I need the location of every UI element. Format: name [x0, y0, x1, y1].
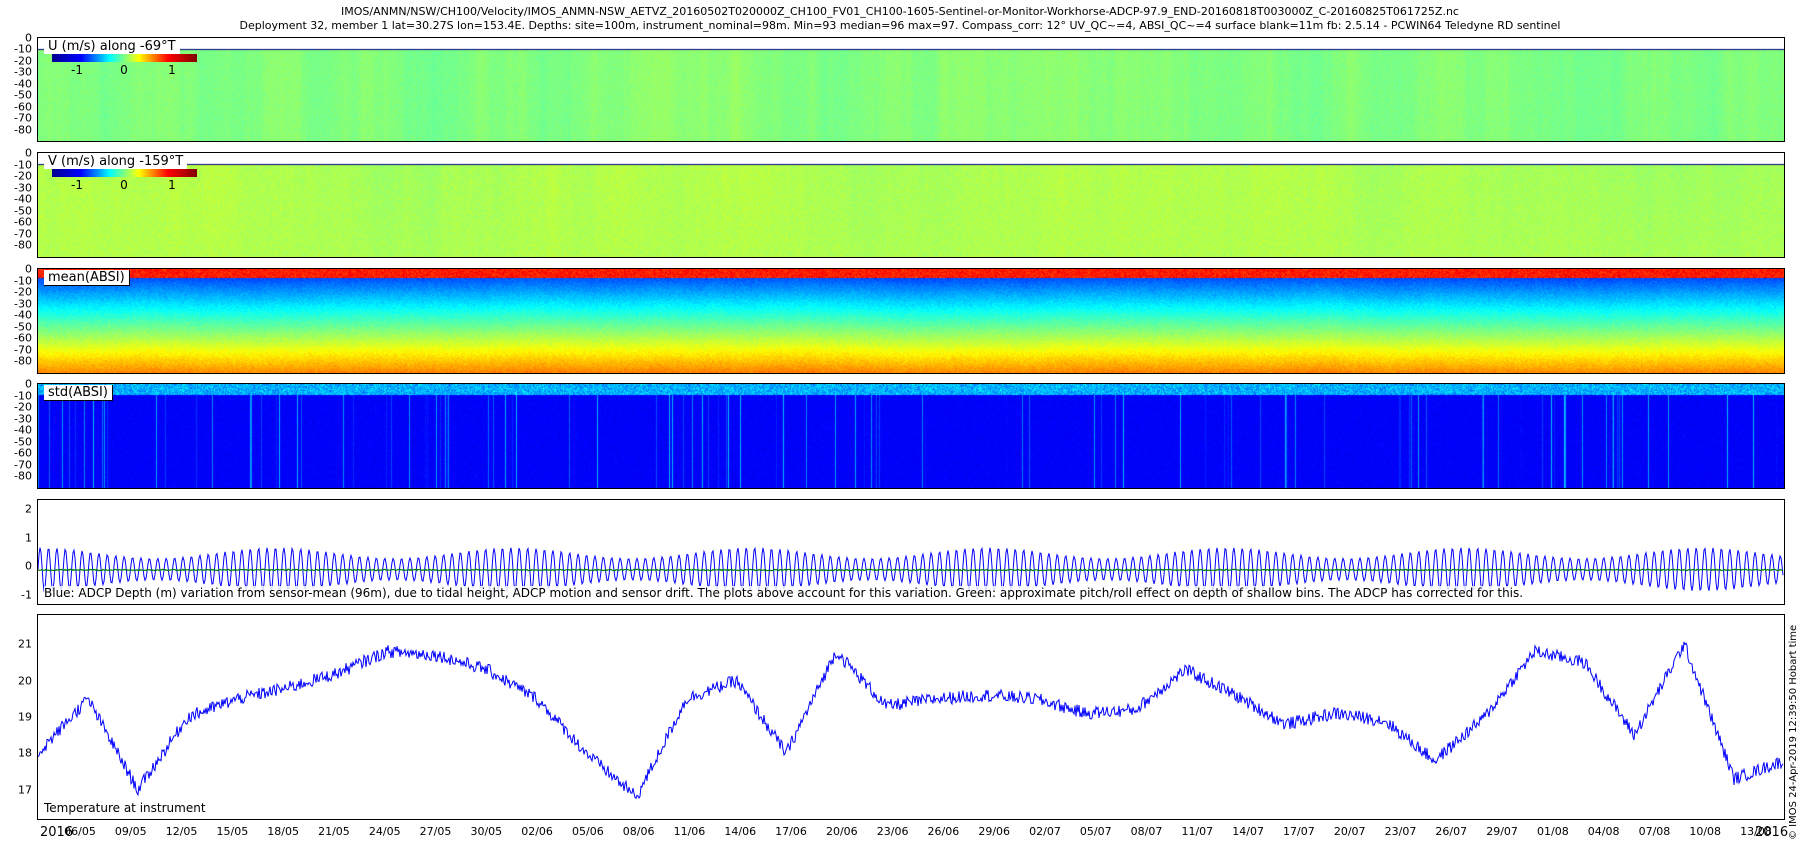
depth-variation-axis: 2 1 0 -1 — [0, 499, 34, 605]
temperature-axis: 21 20 19 18 17 — [0, 614, 34, 820]
time-tick-label: 17/06 — [775, 825, 807, 838]
value-tick-label: 17 — [18, 783, 32, 797]
copyright-note: © IMOS 24-Apr-2019 12:39:50 Hobart time — [1788, 624, 1799, 840]
u-colorbar-ticks: -1 0 1 — [52, 63, 197, 77]
u-depth-axis: 0 -10 -20 -30 -40 -50 -60 -70 -80 — [0, 32, 34, 142]
time-tick-label: 08/06 — [622, 825, 655, 838]
mean-absi-depth-axis: 0 -10 -20 -30 -40 -50 -60 -70 -80 — [0, 263, 34, 374]
time-tick-label: 23/07 — [1384, 825, 1417, 838]
time-axis: 06/05 09/05 12/05 15/05 18/05 21/05 24/05 27/05… — [37, 820, 1785, 840]
u-velocity-heatmap: U (m/s) along -69°T -1 0 1 — [37, 37, 1785, 142]
v-cbar-tick: -1 — [71, 178, 83, 192]
time-tick-label: 26/06 — [927, 825, 960, 838]
time-tick-label: 02/06 — [521, 825, 553, 838]
year-label-left: 2016 — [40, 825, 74, 840]
v-panel-label: V (m/s) along -159°T — [44, 154, 188, 169]
u-cbar-tick: -1 — [71, 63, 83, 77]
time-tick-label: 05/07 — [1079, 825, 1112, 838]
value-tick-label: 21 — [18, 637, 32, 651]
v-velocity-heatmap: V (m/s) along -159°T -1 0 1 — [37, 152, 1785, 258]
figure-title: IMOS/ANMN/NSW/CH100/Velocity/IMOS_ANMN-N… — [341, 5, 1459, 18]
time-tick-label: 02/07 — [1029, 825, 1061, 838]
std-absi-depth-axis: 0 -10 -20 -30 -40 -50 -60 -70 -80 — [0, 378, 34, 489]
time-tick-label: 21/05 — [318, 825, 350, 838]
v-colorbar — [52, 169, 197, 177]
value-tick-label: -1 — [21, 588, 32, 602]
value-tick-label: 19 — [18, 710, 32, 724]
time-tick-label: 30/05 — [470, 825, 503, 838]
time-tick-label: 26/07 — [1435, 825, 1468, 838]
temperature-line — [38, 641, 1784, 800]
time-tick-label: 04/08 — [1587, 825, 1620, 838]
time-tick-label: 23/06 — [876, 825, 909, 838]
depth-note: Blue: ADCP Depth (m) variation from sens… — [44, 586, 1524, 600]
time-tick-label: 11/06 — [673, 825, 706, 838]
time-tick-label: 07/08 — [1638, 825, 1671, 838]
time-tick-label: 29/06 — [978, 825, 1011, 838]
u-cbar-tick: 0 — [120, 63, 128, 77]
time-tick-label: 14/07 — [1232, 825, 1264, 838]
time-tick-label: 15/05 — [216, 825, 249, 838]
value-tick-label: 18 — [18, 746, 32, 760]
temperature-note: Temperature at instrument — [44, 801, 206, 815]
mean-absi-heatmap: mean(ABSI) — [37, 268, 1785, 374]
time-tick-label: 09/05 — [114, 825, 147, 838]
depth-tick-label: -80 — [14, 469, 32, 483]
pitch-roll-line — [38, 568, 1784, 572]
value-tick-label: 0 — [25, 559, 32, 573]
v-cbar-tick: 0 — [120, 178, 128, 192]
time-tick-label: 10/08 — [1689, 825, 1722, 838]
time-tick-label: 20/06 — [825, 825, 858, 838]
time-tick-label: 18/05 — [267, 825, 299, 838]
time-tick-label: 01/08 — [1536, 825, 1569, 838]
time-tick-label: 29/07 — [1486, 825, 1518, 838]
time-tick-label: 11/07 — [1181, 825, 1214, 838]
year-label-right: 2016 — [1755, 825, 1789, 840]
v-colorbar-ticks: -1 0 1 — [52, 178, 197, 192]
time-tick-label: 12/05 — [165, 825, 198, 838]
value-tick-label: 2 — [25, 502, 32, 516]
depth-variation-plot: Blue: ADCP Depth (m) variation from sens… — [37, 499, 1785, 605]
temperature-plot: Temperature at instrument — [37, 614, 1785, 820]
std-absi-heatmap: std(ABSI) — [37, 383, 1785, 489]
value-tick-label: 20 — [18, 674, 32, 688]
v-cbar-tick: 1 — [168, 178, 176, 192]
depth-tick-label: -80 — [14, 354, 32, 368]
time-tick-label: 27/05 — [419, 825, 452, 838]
depth-tick-label: -80 — [14, 123, 32, 137]
depth-tick-label: -80 — [14, 238, 32, 252]
mean-absi-label: mean(ABSI) — [44, 270, 130, 286]
time-tick-label: 08/07 — [1130, 825, 1163, 838]
std-absi-label: std(ABSI) — [44, 385, 113, 401]
temperature-svg — [38, 641, 1784, 800]
u-cbar-tick: 1 — [168, 63, 176, 77]
u-colorbar — [52, 54, 197, 62]
u-panel-label: U (m/s) along -69°T — [44, 39, 180, 54]
value-tick-label: 1 — [25, 531, 32, 545]
time-tick-label: 24/05 — [368, 825, 401, 838]
time-tick-label: 05/06 — [572, 825, 604, 838]
time-tick-label: 17/07 — [1283, 825, 1315, 838]
figure-subtitle: Deployment 32, member 1 lat=30.27S lon=1… — [239, 19, 1561, 32]
v-depth-axis: 0 -10 -20 -30 -40 -50 -60 -70 -80 — [0, 147, 34, 258]
time-tick-label: 14/06 — [724, 825, 757, 838]
time-tick-label: 20/07 — [1333, 825, 1366, 838]
